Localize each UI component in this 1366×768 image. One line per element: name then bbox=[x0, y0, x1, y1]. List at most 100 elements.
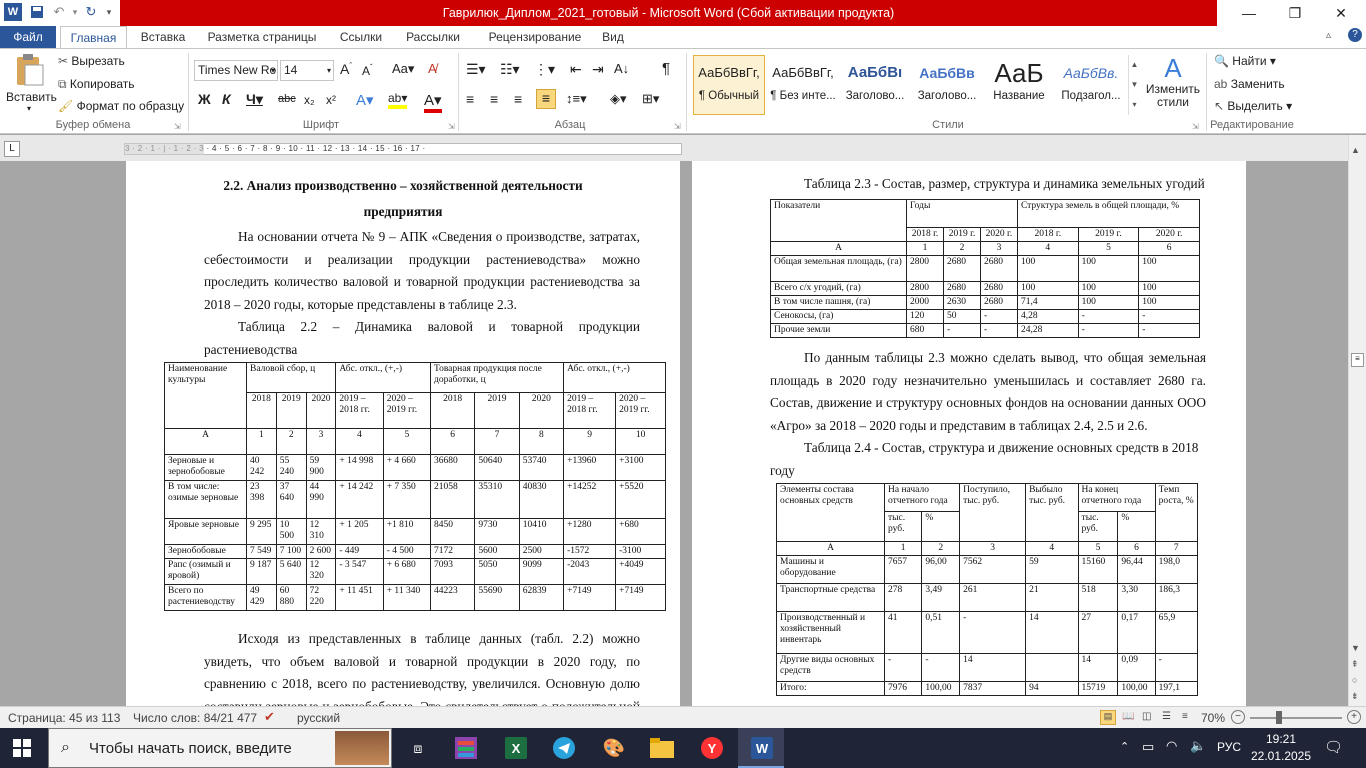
help-icon[interactable]: ? bbox=[1348, 28, 1362, 42]
zoom-slider-thumb[interactable] bbox=[1276, 711, 1282, 724]
style-heading-2[interactable]: АаБбВв Заголово... bbox=[911, 55, 983, 115]
increase-indent-icon[interactable]: ⇥ bbox=[592, 61, 604, 78]
tray-expand-icon[interactable]: ⌃ bbox=[1120, 740, 1129, 753]
bullets-icon[interactable]: ☰▾ bbox=[466, 61, 486, 78]
input-language[interactable]: РУС bbox=[1217, 740, 1241, 754]
sort-icon[interactable]: A↓ bbox=[614, 61, 629, 76]
next-page-icon[interactable]: ⇟ bbox=[1351, 691, 1359, 702]
strikethrough-icon[interactable]: abc bbox=[278, 93, 296, 105]
paste-button[interactable]: Вставить ▾ bbox=[6, 53, 57, 115]
find-button[interactable]: 🔍 Найти ▾ bbox=[1214, 54, 1276, 68]
style-normal[interactable]: АаБбВвГг, ¶ Обычный bbox=[693, 55, 765, 115]
page-right[interactable]: Таблица 2.3 - Состав, размер, структура … bbox=[692, 161, 1246, 706]
shrink-font-icon[interactable]: Aˇ bbox=[362, 63, 373, 78]
paragraph-launcher-icon[interactable]: ⇲ bbox=[674, 122, 681, 131]
styles-launcher-icon[interactable]: ⇲ bbox=[1192, 122, 1199, 131]
zoom-in-icon[interactable]: + bbox=[1347, 710, 1361, 724]
print-layout-icon[interactable]: ▤ bbox=[1100, 710, 1116, 725]
scroll-thumb[interactable]: ≡ bbox=[1351, 353, 1364, 367]
clock-date[interactable]: 22.01.2025 bbox=[1250, 749, 1312, 763]
font-color-icon[interactable]: A▾ bbox=[424, 91, 442, 113]
change-styles-button[interactable]: A Изменить стили bbox=[1144, 53, 1202, 109]
horizontal-ruler[interactable]: 3 · 2 · 1 · | · 1 · 2 · 3 · 4 · 5 · 6 · … bbox=[124, 143, 682, 155]
grow-font-icon[interactable]: Aˆ bbox=[340, 61, 352, 77]
shading-icon[interactable]: ◈▾ bbox=[610, 91, 627, 107]
minimize-icon[interactable]: — bbox=[1226, 0, 1272, 26]
select-button[interactable]: ↖ Выделить ▾ bbox=[1214, 99, 1292, 113]
language-indicator[interactable]: русский bbox=[297, 711, 340, 725]
collapse-ribbon-icon[interactable]: ▵ bbox=[1326, 30, 1331, 41]
italic-icon[interactable]: К bbox=[222, 91, 231, 107]
winrar-app-icon[interactable] bbox=[446, 732, 486, 764]
tab-insert[interactable]: Вставка bbox=[132, 26, 194, 48]
font-size-select[interactable]: 14 ▾ bbox=[280, 60, 334, 81]
windows-start-icon[interactable] bbox=[2, 732, 42, 764]
superscript-icon[interactable]: x² bbox=[326, 93, 336, 107]
style-subtitle[interactable]: АаБбВв. Подзагол... bbox=[1055, 55, 1127, 115]
paint-app-icon[interactable]: 🎨 bbox=[594, 732, 634, 764]
text-effects-icon[interactable]: A▾ bbox=[356, 91, 374, 109]
zoom-out-icon[interactable]: − bbox=[1231, 710, 1245, 724]
reading-layout-icon[interactable]: 📖 bbox=[1122, 711, 1134, 722]
customize-qat-icon[interactable]: ▾ bbox=[100, 3, 118, 21]
restore-icon[interactable]: ❐ bbox=[1272, 0, 1318, 26]
search-box[interactable]: ⌕ Чтобы начать поиск, введите bbox=[48, 728, 392, 768]
draft-icon[interactable]: ≡ bbox=[1182, 711, 1188, 722]
align-center-icon[interactable]: ≡ bbox=[490, 91, 498, 107]
line-spacing-icon[interactable]: ↕≡▾ bbox=[566, 91, 587, 107]
notifications-icon[interactable]: 🗨 bbox=[1324, 738, 1343, 756]
tab-page-layout[interactable]: Разметка страницы bbox=[200, 26, 324, 48]
font-name-select[interactable]: Times New Ro ▾ bbox=[194, 60, 278, 81]
close-icon[interactable]: ✕ bbox=[1318, 0, 1364, 26]
repeat-icon[interactable]: ↻ bbox=[82, 3, 100, 21]
wifi-icon[interactable]: ◠ bbox=[1166, 738, 1177, 754]
scroll-down-icon[interactable]: ▼ bbox=[1351, 643, 1360, 653]
page-left[interactable]: 2.2. Анализ производственно – хозяйствен… bbox=[126, 161, 680, 706]
copy-button[interactable]: ⧉ Копировать bbox=[58, 77, 135, 92]
tab-references[interactable]: Ссылки bbox=[330, 26, 392, 48]
telegram-app-icon[interactable] bbox=[544, 732, 584, 764]
yandex-browser-icon[interactable]: Y bbox=[692, 732, 732, 764]
clear-format-icon[interactable]: A̸ bbox=[428, 61, 437, 76]
volume-icon[interactable]: 🔈 bbox=[1190, 738, 1206, 754]
zoom-level[interactable]: 70% bbox=[1201, 711, 1225, 725]
clipboard-launcher-icon[interactable]: ⇲ bbox=[174, 122, 181, 131]
justify-icon[interactable]: ≡ bbox=[536, 89, 556, 109]
word-count[interactable]: Число слов: 84/21 477 bbox=[133, 711, 257, 725]
zoom-slider[interactable] bbox=[1250, 717, 1342, 719]
bold-icon[interactable]: Ж bbox=[198, 91, 211, 107]
tab-home[interactable]: Главная bbox=[60, 26, 127, 48]
browse-object-icon[interactable]: ○ bbox=[1352, 675, 1357, 685]
scroll-up-icon[interactable]: ▲ bbox=[1351, 145, 1360, 155]
show-marks-icon[interactable]: ¶ bbox=[662, 60, 670, 77]
multilevel-list-icon[interactable]: ⋮▾ bbox=[534, 61, 555, 78]
cut-button[interactable]: ✂ Вырезать bbox=[58, 54, 125, 68]
subscript-icon[interactable]: x₂ bbox=[304, 93, 315, 107]
vertical-scrollbar[interactable]: ▲ ≡ ▼ ⇞ ○ ⇟ bbox=[1348, 135, 1366, 706]
save-icon[interactable] bbox=[28, 3, 46, 21]
tab-mailings[interactable]: Рассылки bbox=[398, 26, 468, 48]
styles-scroll[interactable]: ▲ ▼ ▾ bbox=[1128, 55, 1140, 115]
numbering-icon[interactable]: ☷▾ bbox=[500, 61, 520, 78]
format-painter-button[interactable]: 🖌 Формат по образцу bbox=[58, 99, 184, 113]
tab-file[interactable]: Файл bbox=[0, 26, 56, 48]
style-title[interactable]: АаБ Название bbox=[983, 55, 1055, 115]
outline-icon[interactable]: ☰ bbox=[1162, 711, 1171, 722]
change-case-icon[interactable]: Aa▾ bbox=[392, 61, 414, 77]
tab-selector-icon[interactable]: L bbox=[4, 141, 20, 157]
style-heading-1[interactable]: АаБбВı Заголово... bbox=[839, 55, 911, 115]
align-left-icon[interactable]: ≡ bbox=[466, 91, 474, 107]
prev-page-icon[interactable]: ⇞ bbox=[1351, 659, 1359, 670]
battery-icon[interactable]: ▭ bbox=[1142, 739, 1154, 755]
tab-review[interactable]: Рецензирование bbox=[474, 26, 596, 48]
spellcheck-icon[interactable]: ✔ bbox=[264, 709, 275, 725]
highlight-icon[interactable]: ab▾ bbox=[388, 91, 408, 109]
replace-button[interactable]: ab Заменить bbox=[1214, 77, 1285, 91]
page-counter[interactable]: Страница: 45 из 113 bbox=[8, 711, 120, 725]
excel-app-icon[interactable]: X bbox=[496, 732, 536, 764]
web-layout-icon[interactable]: ◫ bbox=[1142, 711, 1151, 722]
file-explorer-icon[interactable] bbox=[642, 732, 682, 764]
borders-icon[interactable]: ⊞▾ bbox=[642, 91, 659, 107]
tab-view[interactable]: Вид bbox=[598, 26, 628, 48]
style-no-spacing[interactable]: АаБбВвГг, ¶ Без инте... bbox=[767, 55, 839, 115]
